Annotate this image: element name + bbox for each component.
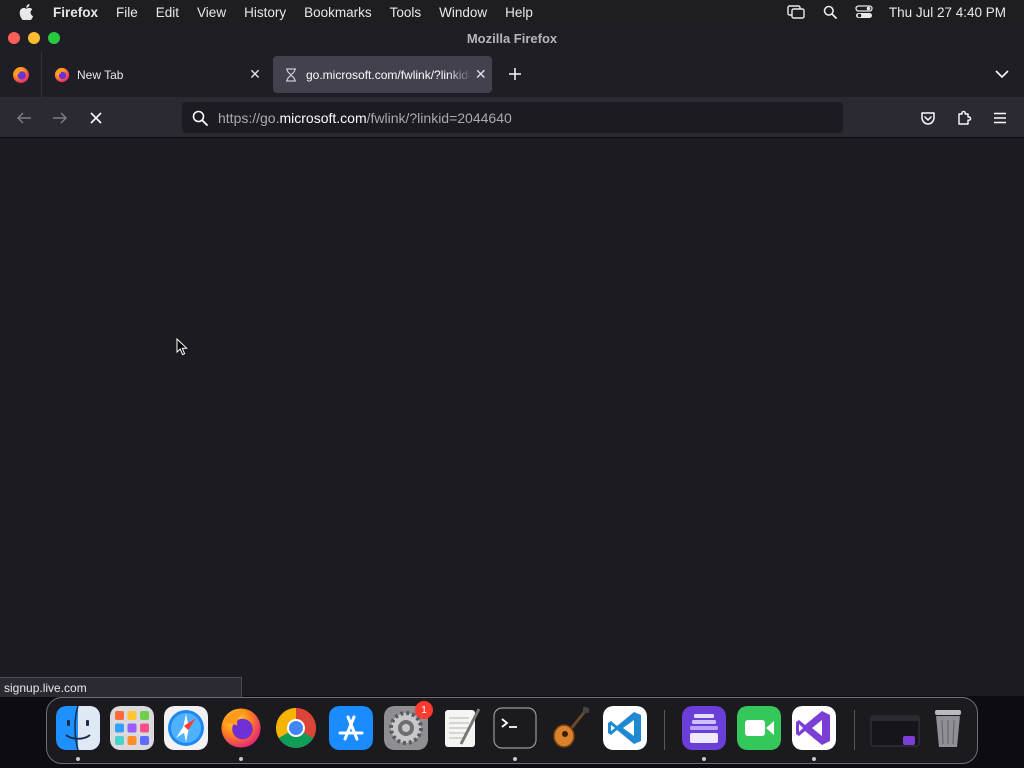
forward-arrow-icon <box>53 112 68 124</box>
stop-icon <box>90 112 102 124</box>
close-window-button[interactable] <box>8 32 20 44</box>
visual-studio-icon <box>792 706 836 750</box>
back-button[interactable] <box>10 104 38 132</box>
guitar-icon <box>553 707 589 748</box>
finder-icon <box>56 706 100 750</box>
launchpad-icon <box>110 706 154 750</box>
screen-mirroring-icon[interactable] <box>779 0 813 24</box>
menu-view[interactable]: View <box>188 5 235 20</box>
window-title: Mozilla Firefox <box>466 30 558 46</box>
chevron-down-icon <box>995 70 1009 79</box>
close-tab-button[interactable]: ✕ <box>472 63 490 87</box>
dock-screenshot-thumbnail[interactable] <box>870 706 920 750</box>
page-content-area[interactable] <box>0 138 1024 696</box>
tab-title: New Tab <box>77 67 124 82</box>
extensions-button[interactable] <box>950 104 978 132</box>
firefox-icon <box>221 708 261 748</box>
address-bar[interactable]: https://go.microsoft.com/fwlink/?linkid=… <box>182 102 843 133</box>
menu-history[interactable]: History <box>235 5 295 20</box>
dock-apple-configurator[interactable] <box>682 706 726 750</box>
navigation-toolbar: https://go.microsoft.com/fwlink/?linkid=… <box>0 97 1024 138</box>
menu-icon <box>994 112 1006 124</box>
menu-clock[interactable]: Thu Jul 27 4:40 PM <box>881 5 1024 20</box>
dock-firefox[interactable] <box>219 706 263 750</box>
running-indicator <box>239 757 243 761</box>
menu-bookmarks[interactable]: Bookmarks <box>295 5 381 20</box>
save-to-pocket-button[interactable] <box>914 104 942 132</box>
url-host: microsoft.com <box>279 109 367 126</box>
url-path: /fwlink/?linkid=2044640 <box>366 109 512 126</box>
tab-new-tab[interactable]: New Tab ✕ <box>44 56 269 93</box>
spotlight-search-icon[interactable] <box>813 0 847 24</box>
menu-edit[interactable]: Edit <box>147 5 188 20</box>
running-indicator <box>812 757 816 761</box>
tab-strip: New Tab ✕ go.microsoft.com/fwlink/?linki… <box>0 52 1024 97</box>
menu-tools[interactable]: Tools <box>381 5 431 20</box>
minimize-window-button[interactable] <box>28 32 40 44</box>
extensions-icon <box>958 110 972 125</box>
app-store-icon <box>329 706 373 750</box>
dock-facetime[interactable] <box>737 706 781 750</box>
menu-app-name[interactable]: Firefox <box>52 5 107 20</box>
menu-help[interactable]: Help <box>496 5 542 20</box>
dock-garageband[interactable] <box>548 706 592 750</box>
dock-visual-studio-code[interactable] <box>603 706 647 750</box>
firefox-view-button[interactable] <box>0 52 42 97</box>
menu-bar: Firefox File Edit View History Bookmarks… <box>0 0 1024 24</box>
link-status-panel: signup.live.com <box>0 677 242 697</box>
stop-button[interactable] <box>82 104 110 132</box>
apple-configurator-icon <box>682 706 726 750</box>
dock-separator <box>854 710 855 750</box>
safari-icon <box>164 706 208 750</box>
notification-badge: 1 <box>415 701 433 719</box>
trash-icon <box>935 710 961 747</box>
dock-visual-studio[interactable] <box>792 706 836 750</box>
open-application-menu-button[interactable] <box>986 104 1014 132</box>
dock-google-chrome[interactable] <box>274 706 318 750</box>
hourglass-loading-icon <box>283 67 299 83</box>
textedit-icon <box>445 708 481 747</box>
url-text[interactable]: https://go.microsoft.com/fwlink/?linkid=… <box>218 110 512 126</box>
dock-launchpad[interactable] <box>110 706 154 750</box>
dock-separator <box>664 710 665 750</box>
facetime-icon <box>737 706 781 750</box>
dock-safari[interactable] <box>164 706 208 750</box>
dock: 1 <box>46 697 978 764</box>
firefox-icon <box>54 67 70 83</box>
running-indicator <box>702 757 706 761</box>
chrome-icon <box>276 708 316 748</box>
window-titlebar[interactable]: Mozilla Firefox <box>0 24 1024 52</box>
terminal-icon <box>493 707 537 749</box>
dock-finder[interactable] <box>56 706 100 750</box>
back-arrow-icon <box>16 112 31 124</box>
list-all-tabs-button[interactable] <box>990 62 1014 86</box>
plus-icon <box>509 68 521 80</box>
control-center-icon[interactable] <box>847 0 881 24</box>
menu-file[interactable]: File <box>107 5 147 20</box>
dock-textedit[interactable] <box>439 706 483 750</box>
running-indicator <box>76 757 80 761</box>
mouse-pointer-icon <box>176 337 188 361</box>
close-tab-button[interactable]: ✕ <box>243 63 267 87</box>
forward-button[interactable] <box>46 104 74 132</box>
screenshot-thumbnail-icon <box>870 715 920 747</box>
tab-microsoft-fwlink[interactable]: go.microsoft.com/fwlink/?linkid=2044640 … <box>273 56 492 93</box>
apple-menu-icon[interactable] <box>0 4 52 20</box>
dock-app-store[interactable] <box>329 706 373 750</box>
dock-trash[interactable] <box>926 706 970 750</box>
tab-title: go.microsoft.com/fwlink/?linkid=2044640 <box>306 67 472 82</box>
dock-terminal[interactable] <box>493 706 537 750</box>
pocket-icon <box>921 112 935 125</box>
zoom-window-button[interactable] <box>48 32 60 44</box>
window-controls <box>8 32 60 44</box>
new-tab-button[interactable] <box>501 60 529 88</box>
running-indicator <box>513 757 517 761</box>
search-icon <box>185 110 215 126</box>
vscode-icon <box>603 706 647 750</box>
url-prefix: https://go. <box>218 109 280 126</box>
firefox-view-icon <box>12 66 29 83</box>
menu-window[interactable]: Window <box>430 5 496 20</box>
